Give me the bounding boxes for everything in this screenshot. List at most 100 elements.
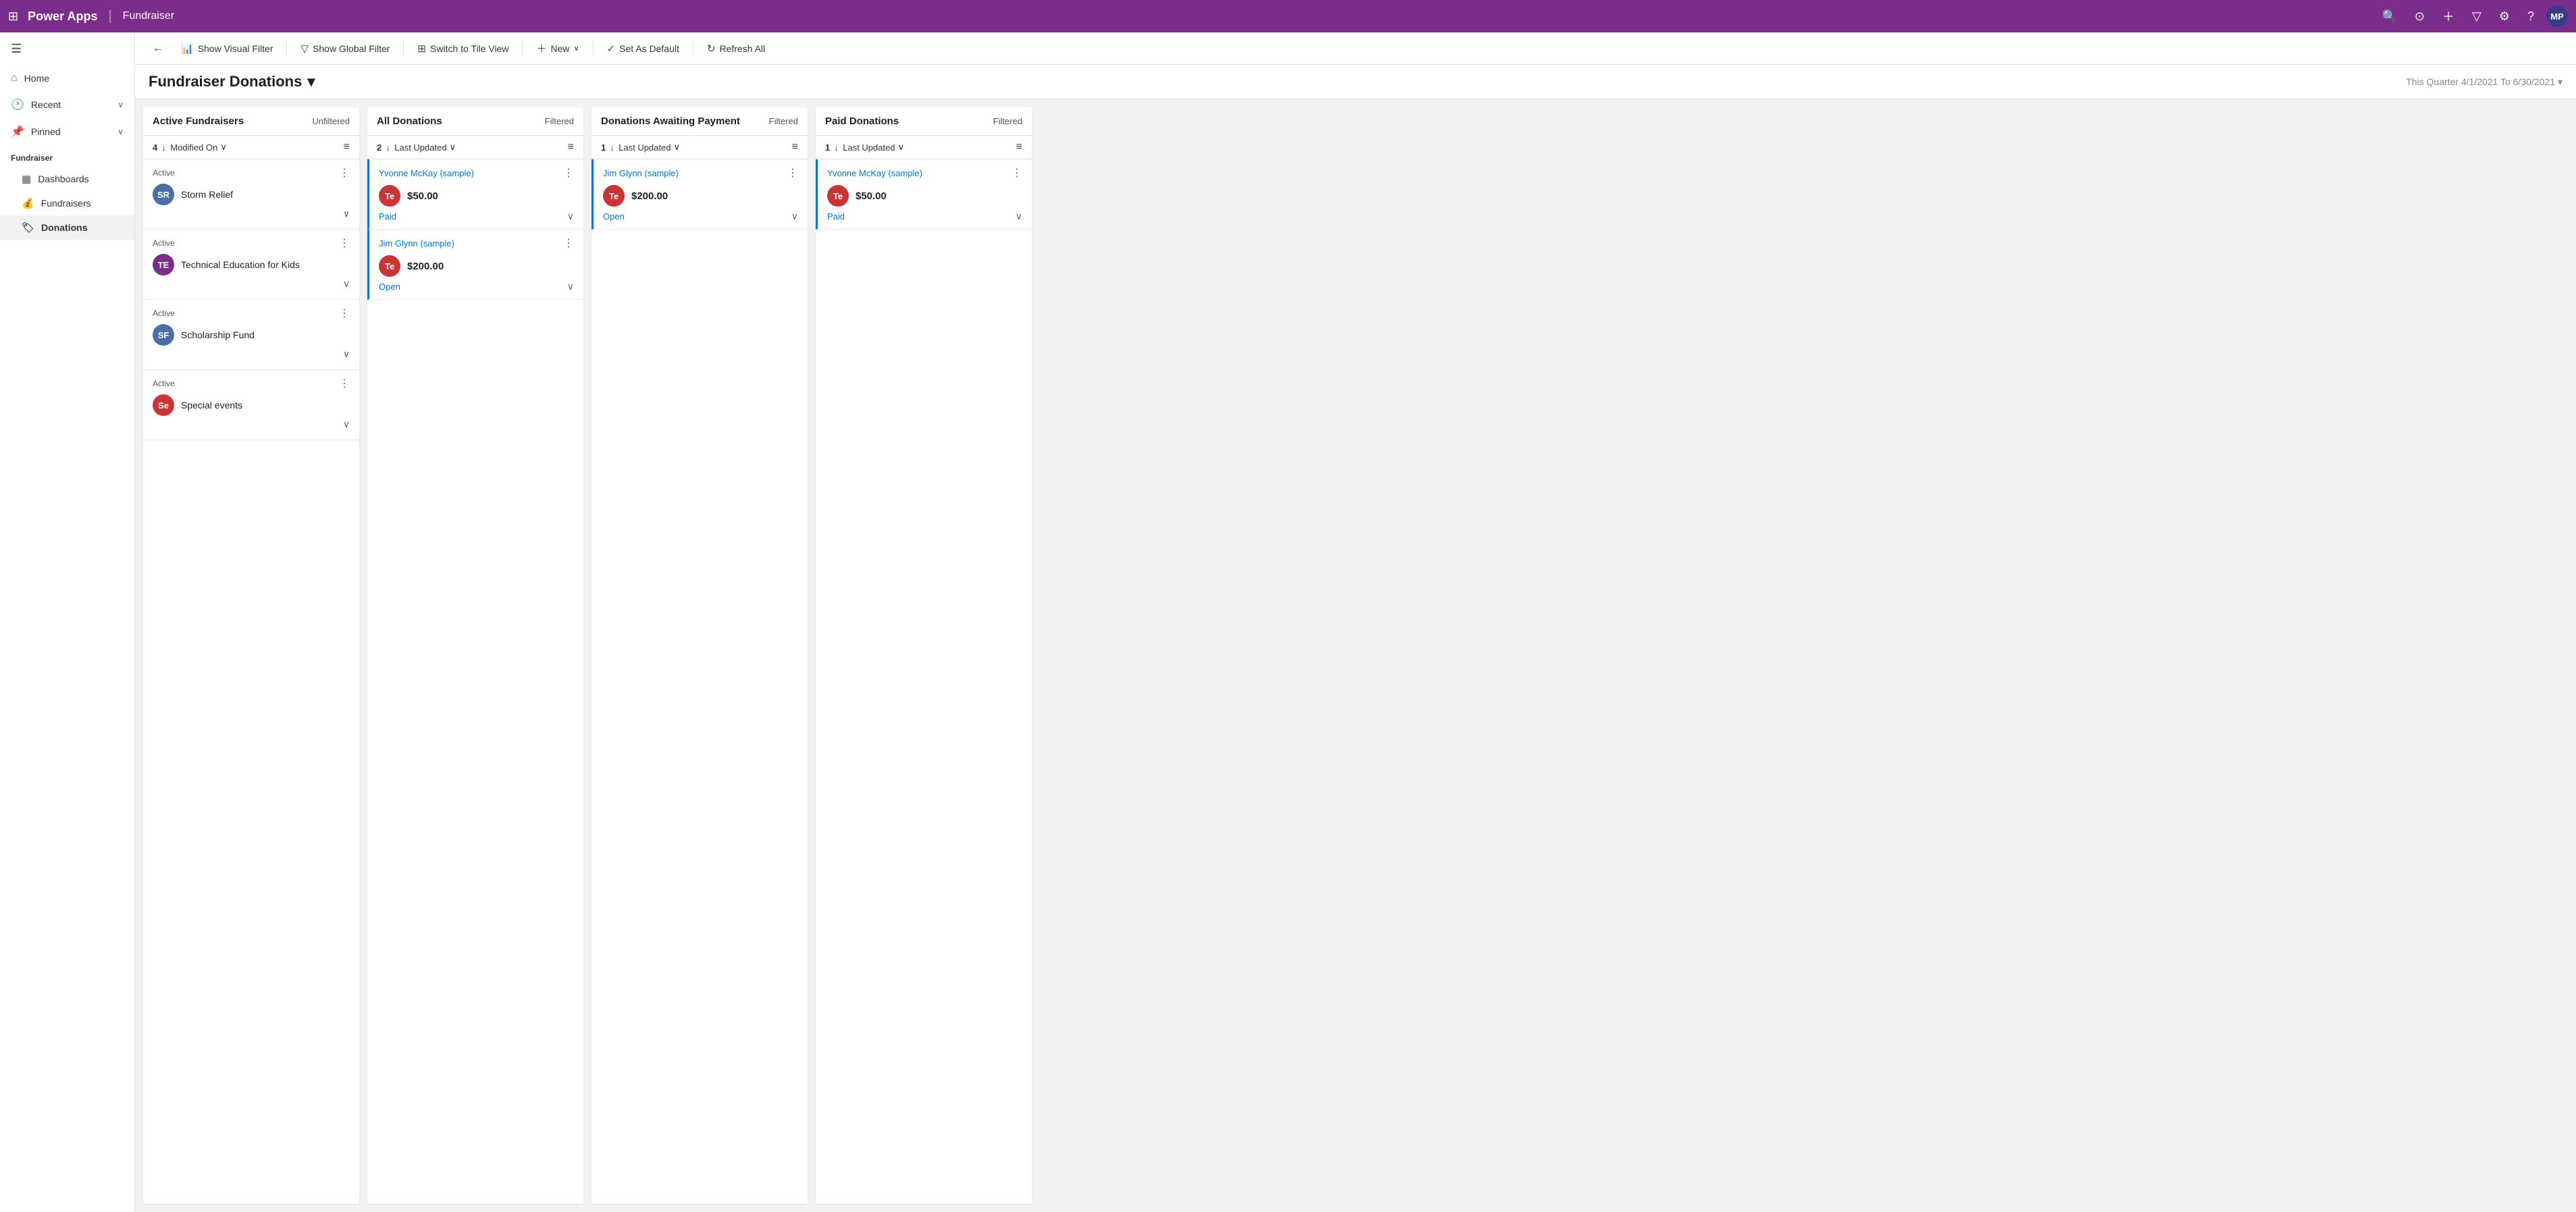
col-header-paid-donations: Paid Donations Filtered (816, 107, 1032, 136)
add-icon[interactable]: ＋ (2442, 7, 2454, 25)
paid-donation-amount-yvonne: $50.00 (856, 190, 887, 202)
sort-arrow-all-donations: ↓ (386, 142, 390, 153)
nav-divider: | (108, 9, 111, 24)
circle-icon[interactable]: ⊙ (2415, 9, 2425, 24)
donation-awaiting-more-jim[interactable]: ⋮ (787, 166, 798, 180)
back-button[interactable]: ← (146, 38, 170, 59)
set-default-button[interactable]: ✓ Set As Default (599, 38, 687, 59)
sort-field-active-fundraisers[interactable]: Modified On ∨ (170, 142, 227, 153)
pinned-chevron: ∨ (117, 127, 124, 136)
donation-awaiting-avatar-jim: Te (603, 185, 625, 207)
sidebar-item-pinned[interactable]: 📌 Pinned ∨ (0, 118, 134, 145)
sidebar-item-dashboards[interactable]: ▦ Dashboards (0, 167, 134, 191)
show-visual-filter-button[interactable]: 📊 Show Visual Filter (173, 38, 281, 59)
card-name-tech-education: Technical Education for Kids (181, 259, 300, 270)
new-chevron-icon: ∨ (574, 44, 579, 53)
donation-person-link-jim[interactable]: Jim Glynn (sample) (379, 238, 454, 248)
expand-chevron-scholarship-fund[interactable]: ∨ (343, 348, 350, 360)
settings-icon[interactable]: ⚙ (2499, 9, 2510, 24)
card-avatar-special-events: Se (153, 394, 174, 416)
show-global-filter-button[interactable]: ▽ Show Global Filter (292, 38, 398, 59)
sort-bar-donations-awaiting: 1 ↓ Last Updated ∨ ≡ (592, 136, 808, 159)
donation-card-yvonne: Yvonne McKay (sample) ⋮ Te $50.00 Paid ∨ (367, 159, 583, 230)
paid-donation-person-link-yvonne[interactable]: Yvonne McKay (sample) (827, 168, 922, 178)
cards-active-fundraisers: Active ⋮ SR Storm Relief ∨ (143, 159, 359, 1204)
card-storm-relief[interactable]: Active ⋮ SR Storm Relief ∨ (143, 159, 359, 230)
paid-donation-status-yvonne[interactable]: Paid (827, 211, 845, 221)
app-layout: ☰ ⌂ Home 🕐 Recent ∨ 📌 Pinned ∨ Fundraise… (0, 32, 2576, 1212)
donation-more-jim[interactable]: ⋮ (563, 236, 574, 250)
expand-chevron-storm-relief[interactable]: ∨ (343, 208, 350, 219)
col-filter-active-fundraisers: Unfiltered (312, 116, 350, 126)
refresh-all-button[interactable]: ↻ Refresh All (699, 38, 773, 59)
recent-label: Recent (31, 99, 61, 110)
top-nav: ⊞ Power Apps | Fundraiser 🔍 ⊙ ＋ ▽ ⚙ ? MP (0, 0, 2576, 32)
toolbar: ← 📊 Show Visual Filter ▽ Show Global Fil… (135, 32, 2576, 65)
count-all-donations: 2 (377, 142, 382, 153)
expand-chevron-paid-yvonne[interactable]: ∨ (1016, 211, 1022, 222)
col-header-donations-awaiting: Donations Awaiting Payment Filtered (592, 107, 808, 136)
tile-view-icon: ⊞ (417, 43, 426, 55)
view-toggle-active-fundraisers[interactable]: ≡ (344, 141, 350, 153)
column-all-donations: All Donations Filtered 2 ↓ Last Updated … (367, 107, 583, 1204)
card-more-special-events[interactable]: ⋮ (339, 377, 350, 390)
col-header-active-fundraisers: Active Fundraisers Unfiltered (143, 107, 359, 136)
help-icon[interactable]: ? (2527, 9, 2534, 24)
fundraisers-icon: 💰 (22, 197, 34, 209)
recent-icon: 🕐 (11, 98, 24, 111)
refresh-all-label: Refresh All (719, 43, 765, 54)
donation-person-link-yvonne[interactable]: Yvonne McKay (sample) (379, 168, 474, 178)
toolbar-divider-1 (286, 41, 287, 57)
search-icon[interactable]: 🔍 (2382, 9, 2396, 24)
card-more-scholarship-fund[interactable]: ⋮ (339, 307, 350, 320)
sidebar-item-donations[interactable]: 🏷 Donations (0, 215, 134, 240)
sort-field-donations-awaiting[interactable]: Last Updated ∨ (619, 142, 680, 153)
donation-more-yvonne[interactable]: ⋮ (563, 166, 574, 180)
donation-awaiting-status-jim[interactable]: Open (603, 211, 625, 221)
expand-chevron-special-events[interactable]: ∨ (343, 419, 350, 430)
expand-chevron-tech-education[interactable]: ∨ (343, 278, 350, 290)
pinned-label: Pinned (31, 126, 61, 137)
cards-all-donations: Yvonne McKay (sample) ⋮ Te $50.00 Paid ∨ (367, 159, 583, 1204)
grid-icon[interactable]: ⊞ (8, 9, 18, 24)
expand-chevron-jim[interactable]: ∨ (567, 281, 574, 292)
col-title-donations-awaiting: Donations Awaiting Payment (601, 115, 740, 127)
sidebar-item-fundraisers[interactable]: 💰 Fundraisers (0, 191, 134, 215)
sort-field-all-donations[interactable]: Last Updated ∨ (394, 142, 456, 153)
count-donations-awaiting: 1 (601, 142, 606, 153)
kanban-board: Active Fundraisers Unfiltered 4 ↓ Modifi… (135, 99, 2576, 1212)
donation-avatar-jim: Te (379, 255, 400, 277)
sort-field-paid-donations[interactable]: Last Updated ∨ (843, 142, 904, 153)
show-global-filter-label: Show Global Filter (313, 43, 390, 54)
card-more-storm-relief[interactable]: ⋮ (339, 166, 350, 180)
card-more-tech-education[interactable]: ⋮ (339, 236, 350, 250)
card-tech-education[interactable]: Active ⋮ TE Technical Education for Kids… (143, 230, 359, 300)
global-filter-icon: ▽ (300, 43, 309, 55)
donation-status-yvonne[interactable]: Paid (379, 211, 396, 221)
view-toggle-donations-awaiting[interactable]: ≡ (792, 141, 798, 153)
page-header: Fundraiser Donations ▾ This Quarter 4/1/… (135, 65, 2576, 99)
date-filter-chevron: ▾ (2558, 76, 2562, 88)
sidebar-item-recent[interactable]: 🕐 Recent ∨ (0, 91, 134, 118)
expand-chevron-awaiting-jim[interactable]: ∨ (791, 211, 798, 222)
avatar[interactable]: MP (2546, 5, 2568, 27)
donations-label: Donations (41, 222, 87, 233)
expand-chevron-yvonne[interactable]: ∨ (567, 211, 574, 222)
switch-tile-view-button[interactable]: ⊞ Switch to Tile View (409, 38, 517, 59)
donation-status-jim[interactable]: Open (379, 282, 400, 292)
hamburger-button[interactable]: ☰ (0, 32, 134, 65)
filter-icon[interactable]: ▽ (2472, 9, 2481, 24)
view-toggle-paid-donations[interactable]: ≡ (1016, 141, 1022, 153)
card-scholarship-fund[interactable]: Active ⋮ SF Scholarship Fund ∨ (143, 300, 359, 370)
new-button[interactable]: ＋ New ∨ (528, 37, 587, 59)
paid-donation-more-yvonne[interactable]: ⋮ (1011, 166, 1022, 180)
sidebar-item-home[interactable]: ⌂ Home (0, 65, 134, 91)
donation-amount-yvonne: $50.00 (407, 190, 438, 202)
page-title[interactable]: Fundraiser Donations ▾ (149, 73, 315, 90)
donation-awaiting-person-link-jim[interactable]: Jim Glynn (sample) (603, 168, 679, 178)
sort-chevron-paid: ∨ (898, 142, 905, 153)
count-active-fundraisers: 4 (153, 142, 157, 153)
view-toggle-all-donations[interactable]: ≡ (568, 141, 574, 153)
card-special-events[interactable]: Active ⋮ Se Special events ∨ (143, 370, 359, 440)
date-filter[interactable]: This Quarter 4/1/2021 To 6/30/2021 ▾ (2406, 76, 2562, 88)
